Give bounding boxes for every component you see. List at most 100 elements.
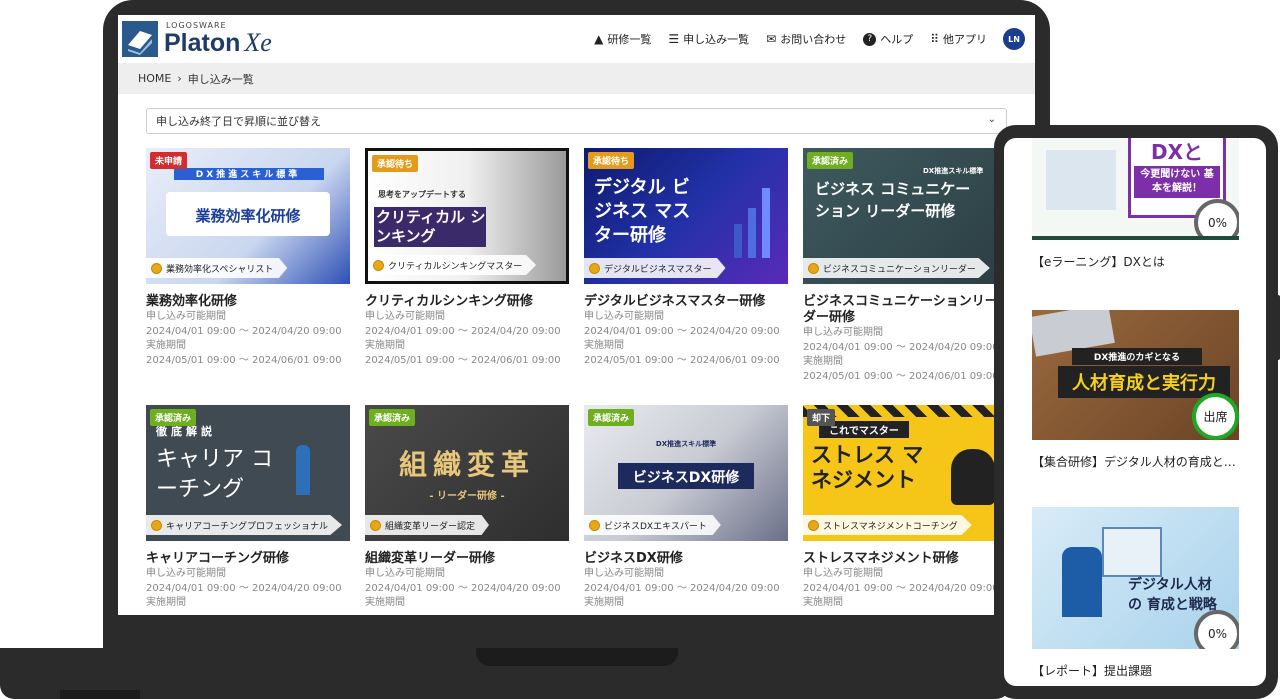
sort-select[interactable]: 申し込み終了日で昇順に並び替え ⌄ — [146, 108, 1007, 134]
breadcrumb-home[interactable]: HOME — [138, 72, 171, 85]
thumbnail-title: デジタル ビジネス マスター研修 — [594, 177, 691, 246]
help-icon: ? — [863, 32, 877, 46]
status-badge: 承認待ち — [372, 155, 419, 172]
apply-period-value: 2024/04/01 09:00 〜 2024/04/20 09:00 — [146, 582, 342, 594]
nav-item-other-apps[interactable]: ⠿ 他アプリ — [930, 31, 987, 47]
list-icon: ☰ — [668, 32, 680, 46]
apply-period-value: 2024/04/01 09:00 〜 2024/04/20 09:00 — [803, 582, 999, 594]
run-period-label: 実施期間 — [365, 597, 405, 608]
apply-period-value: 2024/04/01 09:00 〜 2024/04/20 09:00 — [365, 325, 561, 337]
run-period-label: 実施期間 — [584, 340, 624, 351]
course-card[interactable]: DX推進スキル標準 業務効率化研修 未申請 業務効率化スペシャリスト 業務効率化… — [146, 148, 350, 368]
nav-label: 申し込み一覧 — [683, 33, 750, 46]
chevron-down-icon: ⌄ — [987, 114, 996, 125]
thumbnail-title: ストレス マネジメント — [811, 443, 924, 492]
run-period-label: 実施期間 — [365, 340, 405, 351]
mobile-course-card[interactable]: DXとは？ 今更聞けない 基本を解説！ 0% 【eラーニング】DXとは — [1032, 138, 1239, 270]
medal-icon — [151, 519, 162, 531]
thumbnail-subtitle: - リーダー研修 - — [429, 491, 505, 502]
thumbnail-subtitle: DX推進スキル標準 — [923, 167, 984, 175]
status-badge: 承認済み — [150, 409, 197, 426]
apply-period-value: 2024/04/01 09:00 〜 2024/04/20 09:00 — [365, 582, 561, 594]
attendance-indicator: 出席 — [1192, 393, 1239, 440]
app-header: LOGOSWARE Platon Xe ▲ 研修一覧 ☰ 申し込み一覧 ✉ お問… — [118, 15, 1035, 63]
course-card[interactable]: デジタル ビジネス マスター研修 承認待ち デジタルビジネスマスター デジタルビ… — [584, 148, 788, 368]
medal-icon — [808, 262, 819, 274]
run-period-value: 2024/05/01 09:00 〜 2024/06/01 09:00 — [584, 354, 780, 366]
status-badge: 承認済み — [807, 152, 854, 169]
medal-icon — [589, 519, 600, 531]
nav-item-contact[interactable]: ✉ お問い合わせ — [766, 31, 846, 47]
nav-item-courses[interactable]: ▲ 研修一覧 — [594, 31, 651, 47]
logo-name: Platon — [164, 29, 241, 57]
avatar[interactable]: LN — [1003, 28, 1025, 50]
apply-period-label: 申し込み可能期間 — [146, 568, 226, 579]
course-title: キャリアコーチング研修 — [146, 551, 290, 566]
course-title: ビジネスコミュニケーションリーダー研修 — [803, 294, 998, 325]
course-card[interactable]: DX推進スキル標準 ビジネス コミュニケーション リーダー研修 承認済み ビジネ… — [803, 148, 1007, 384]
mobile-course-card[interactable]: DX推進のカギとなる 人材育成と実行力 出席 【集合研修】デジタル人材の育成と実… — [1032, 310, 1239, 470]
course-card[interactable]: 思考をアップデートする クリティカル シンキング 承認待ち クリティカルシンキン… — [365, 148, 569, 368]
skill-badge-label: 組織変革リーダー認定 — [385, 521, 476, 532]
breadcrumb: HOME › 申し込み一覧 — [118, 63, 1035, 94]
course-title: 組織変革リーダー研修 — [365, 551, 496, 566]
phone-side-button — [1276, 295, 1280, 360]
skill-badge-label: デジタルビジネスマスター — [604, 264, 712, 275]
course-card[interactable]: 徹底解説 キャリア コーチング 承認済み キャリアコーチングプロフェッショナル … — [146, 405, 350, 611]
thumbnail-title: 業務効率化研修 — [195, 207, 301, 225]
top-nav: ▲ 研修一覧 ☰ 申し込み一覧 ✉ お問い合わせ ? ヘルプ ⠿ 他アプリ LN — [577, 28, 1025, 50]
course-card[interactable]: DX推進スキル標準 ビジネスDX研修 承認済み ビジネスDXエキスパート ビジネ… — [584, 405, 788, 611]
mobile-course-title: 【集合研修】デジタル人材の育成と実行力 — [1032, 455, 1239, 469]
course-title: デジタルビジネスマスター研修 — [584, 294, 766, 309]
mobile-course-card[interactable]: デジタル人材の 育成と戦略 0% 【レポート】提出課題 — [1032, 507, 1239, 679]
mobile-course-thumbnail: DX推進のカギとなる 人材育成と実行力 出席 — [1032, 310, 1239, 440]
nav-item-help[interactable]: ? ヘルプ — [863, 31, 913, 47]
apply-period-label: 申し込み可能期間 — [365, 568, 445, 579]
apps-grid-icon: ⠿ — [930, 32, 939, 46]
apply-period-value: 2024/04/01 09:00 〜 2024/04/20 09:00 — [584, 325, 780, 337]
nav-item-applications[interactable]: ☰ 申し込み一覧 — [668, 31, 749, 47]
nav-label: ヘルプ — [880, 33, 914, 46]
course-title: ストレスマネジメント研修 — [803, 551, 959, 566]
run-period-label: 実施期間 — [146, 597, 186, 608]
phone-screen: DXとは？ 今更聞けない 基本を解説！ 0% 【eラーニング】DXとは DX推進… — [1004, 138, 1266, 686]
status-badge: 承認済み — [369, 409, 416, 426]
main-content: 申し込み終了日で昇順に並び替え ⌄ DX推進スキル標準 業務効率化研修 未申請 … — [118, 94, 1035, 615]
run-period-value: 2024/05/01 09:00 〜 2024/06/01 09:00 — [146, 354, 342, 366]
course-title: ビジネスDX研修 — [584, 551, 683, 566]
progress-indicator: 0% — [1194, 199, 1239, 236]
thumbnail-subtitle: 思考をアップデートする — [378, 190, 466, 199]
apply-period-label: 申し込み可能期間 — [803, 568, 883, 579]
logo[interactable]: LOGOSWARE Platon Xe — [122, 21, 272, 57]
status-badge: 承認済み — [588, 409, 635, 426]
course-card[interactable]: これでマスター ストレス マネジメント 却下 ストレスマネジメントコーチング ス… — [803, 405, 1007, 611]
skill-badge: 組織変革リーダー認定 — [365, 515, 490, 535]
logo-mark-icon — [122, 21, 158, 57]
course-card[interactable]: 組織変革 - リーダー研修 - 承認済み 組織変革リーダー認定 組織変革リーダー… — [365, 405, 569, 611]
skill-badge-label: キャリアコーチングプロフェッショナル — [166, 521, 329, 532]
skill-badge-label: 業務効率化スペシャリスト — [166, 264, 274, 275]
apply-period-label: 申し込み可能期間 — [584, 311, 664, 322]
apply-period-label: 申し込み可能期間 — [365, 311, 445, 322]
thumbnail-title: クリティカル シンキング — [376, 208, 486, 245]
run-period-label: 実施期間 — [803, 356, 843, 367]
apply-period-value: 2024/04/01 09:00 〜 2024/04/20 09:00 — [584, 582, 780, 594]
course-title: クリティカルシンキング研修 — [365, 294, 533, 309]
course-thumbnail: DX推進スキル標準 ビジネス コミュニケーション リーダー研修 承認済み ビジネ… — [803, 148, 1007, 284]
breadcrumb-current: 申し込み一覧 — [187, 72, 254, 86]
run-period-value: 2024/05/01 09:00 〜 2024/06/01 09:00 — [803, 370, 999, 382]
sort-select-value: 申し込み終了日で昇順に並び替え — [156, 115, 321, 128]
thumbnail-title: ビジネスDX研修 — [632, 470, 740, 486]
apply-period-label: 申し込み可能期間 — [584, 568, 664, 579]
progress-indicator: 0% — [1194, 610, 1239, 649]
skill-badge: ビジネスDXエキスパート — [584, 515, 721, 535]
apply-period-label: 申し込み可能期間 — [146, 311, 226, 322]
apply-period-value: 2024/04/01 09:00 〜 2024/04/20 09:00 — [803, 341, 999, 353]
run-period-label: 実施期間 — [803, 597, 843, 608]
mobile-course-thumbnail: DXとは？ 今更聞けない 基本を解説！ 0% — [1032, 138, 1239, 240]
nav-label: お問い合わせ — [780, 33, 847, 46]
mail-icon: ✉ — [766, 32, 777, 46]
mobile-thumbnail-subtitle: 今更聞けない 基本を解説！ — [1134, 166, 1220, 198]
skill-badge-label: ビジネスDXエキスパート — [604, 521, 707, 532]
thumbnail-title: 組織変革 — [398, 448, 535, 481]
